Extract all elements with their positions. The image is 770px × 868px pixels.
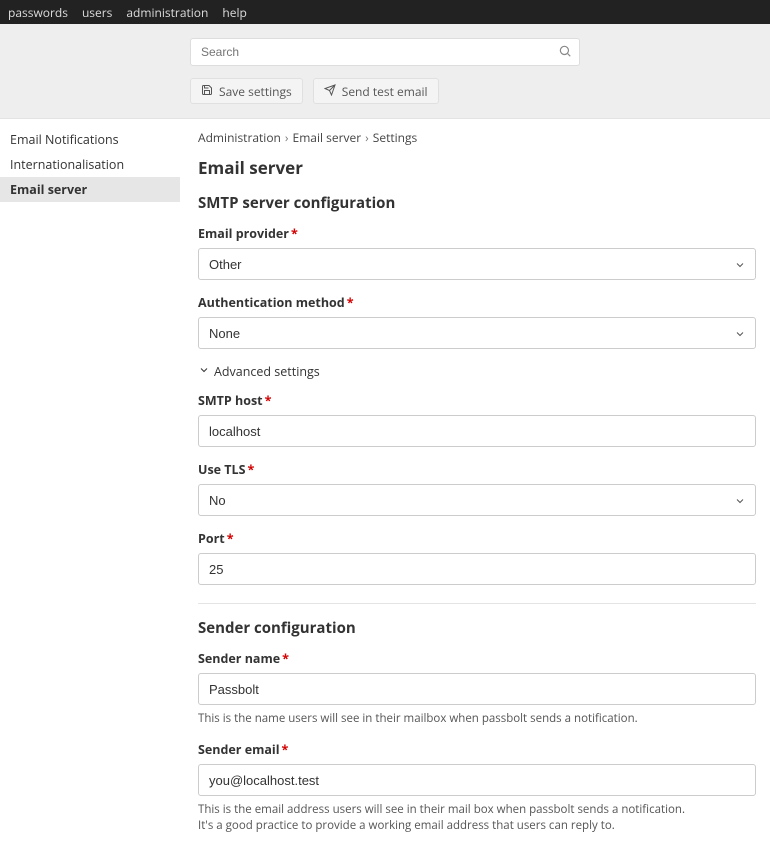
select-email-provider[interactable]: Other — [198, 248, 756, 280]
sidebar: Email Notifications Internationalisation… — [0, 119, 180, 868]
save-settings-button[interactable]: Save settings — [190, 78, 303, 104]
breadcrumb-part-0[interactable]: Administration — [198, 129, 281, 146]
send-test-email-label: Send test email — [342, 83, 428, 100]
section-title-sender: Sender configuration — [198, 618, 756, 638]
label-smtp-host: SMTP host* — [198, 392, 756, 409]
label-use-tls: Use TLS* — [198, 461, 756, 478]
nav-administration[interactable]: administration — [126, 4, 208, 21]
section-divider — [198, 603, 756, 604]
label-port: Port* — [198, 530, 756, 547]
search-icon — [558, 44, 572, 58]
save-icon — [201, 83, 219, 100]
send-icon — [324, 83, 342, 100]
hint-sender-name: This is the name users will see in their… — [198, 711, 756, 727]
label-sender-email: Sender email* — [198, 741, 756, 758]
top-nav: passwords users administration help — [0, 0, 770, 24]
nav-help[interactable]: help — [222, 4, 246, 21]
select-use-tls[interactable]: No — [198, 484, 756, 516]
breadcrumb-part-1[interactable]: Email server — [293, 129, 362, 146]
select-auth-method[interactable]: None — [198, 317, 756, 349]
nav-passwords[interactable]: passwords — [8, 4, 68, 21]
label-auth-method: Authentication method* — [198, 294, 756, 311]
input-sender-name[interactable] — [198, 673, 756, 705]
advanced-settings-toggle[interactable]: Advanced settings — [198, 363, 756, 380]
search-input[interactable] — [190, 38, 580, 66]
toolbar-area: Save settings Send test email — [0, 24, 770, 119]
save-settings-label: Save settings — [219, 83, 292, 100]
advanced-settings-label: Advanced settings — [214, 363, 320, 380]
breadcrumb-part-2: Settings — [373, 129, 418, 146]
section-title-smtp: SMTP server configuration — [198, 193, 756, 213]
sidebar-item-email-server[interactable]: Email server — [0, 177, 180, 202]
input-smtp-host[interactable] — [198, 415, 756, 447]
sidebar-item-email-notifications[interactable]: Email Notifications — [0, 127, 180, 152]
page-title: Email server — [198, 156, 756, 179]
nav-users[interactable]: users — [82, 4, 112, 21]
input-port[interactable] — [198, 553, 756, 585]
hint-sender-email: This is the email address users will see… — [198, 802, 756, 834]
input-sender-email[interactable] — [198, 764, 756, 796]
chevron-down-icon — [198, 363, 214, 380]
breadcrumb: Administration›Email server›Settings — [198, 129, 756, 146]
main-content: Administration›Email server›Settings Ema… — [180, 119, 770, 868]
label-email-provider: Email provider* — [198, 225, 756, 242]
send-test-email-button[interactable]: Send test email — [313, 78, 439, 104]
sidebar-item-internationalisation[interactable]: Internationalisation — [0, 152, 180, 177]
